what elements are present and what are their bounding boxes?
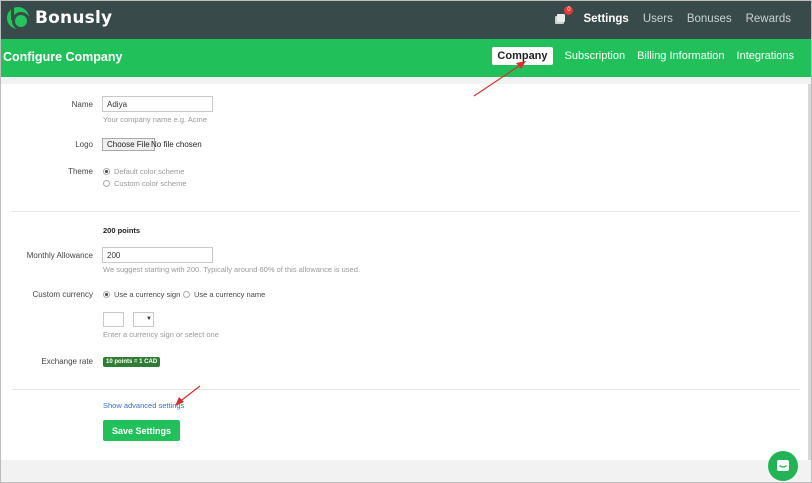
- page-title: Configure Company: [3, 50, 123, 64]
- theme-custom-option[interactable]: Custom color scheme: [103, 179, 187, 188]
- choose-file-button[interactable]: Choose File: [102, 138, 155, 151]
- company-name-input[interactable]: [102, 96, 213, 112]
- name-label: Name: [71, 100, 93, 109]
- logo-label: Logo: [75, 140, 93, 149]
- currency-sign-label: Use a currency sign: [114, 290, 181, 299]
- theme-label: Theme: [68, 167, 93, 176]
- currency-hint: Enter a currency sign or select one: [103, 330, 219, 339]
- nav-settings[interactable]: Settings: [583, 13, 628, 25]
- nav-users[interactable]: Users: [643, 13, 673, 25]
- tab-company[interactable]: Company: [492, 47, 553, 65]
- currency-sign-radio[interactable]: [103, 291, 110, 298]
- logo[interactable]: Bonusly: [7, 7, 113, 30]
- file-status: No file chosen: [151, 140, 202, 149]
- currency-sign-input[interactable]: [103, 312, 124, 327]
- bonusly-logo-icon: [7, 7, 30, 30]
- points-heading: 200 points: [103, 226, 141, 235]
- tab-integrations[interactable]: Integrations: [737, 47, 794, 65]
- page-header: Configure Company Company Subscription B…: [1, 39, 811, 77]
- settings-form: Name Your company name e.g. Acme Logo Ch…: [1, 84, 811, 460]
- tab-billing-information[interactable]: Billing Information: [637, 47, 724, 65]
- notification-count-badge: 0: [564, 6, 574, 15]
- currency-name-option[interactable]: Use a currency name: [183, 290, 265, 299]
- exchange-rate-badge: 10 points = 1 CAD: [103, 357, 161, 367]
- tab-subscription[interactable]: Subscription: [565, 47, 626, 65]
- allowance-hint: We suggest starting with 200. Typically …: [103, 265, 360, 274]
- nav-rewards[interactable]: Rewards: [746, 13, 791, 25]
- currency-sign-option[interactable]: Use a currency sign: [103, 290, 180, 299]
- theme-custom-label: Custom color scheme: [114, 179, 187, 188]
- save-settings-button[interactable]: Save Settings: [103, 420, 180, 441]
- theme-custom-radio[interactable]: [103, 180, 110, 187]
- section-divider: [12, 211, 800, 212]
- allowance-label: Monthly Allowance: [26, 251, 93, 260]
- top-navbar: Bonusly 0 Settings Users Bonuses Rewards: [1, 1, 811, 39]
- currency-label: Custom currency: [32, 290, 93, 299]
- currency-select[interactable]: ▼: [133, 312, 154, 327]
- chevron-down-icon: ▼: [146, 316, 152, 322]
- chat-launcher-button[interactable]: [768, 451, 798, 481]
- theme-default-radio[interactable]: [103, 168, 110, 175]
- chat-icon: [777, 460, 789, 471]
- name-hint: Your company name e.g. Acme: [103, 115, 207, 124]
- theme-default-option[interactable]: Default color scheme: [103, 167, 184, 176]
- monthly-allowance-input[interactable]: [102, 247, 213, 263]
- exchange-rate-label: Exchange rate: [41, 357, 93, 366]
- notifications-button[interactable]: 0: [553, 6, 574, 26]
- settings-tabs: Company Subscription Billing Information…: [492, 47, 794, 65]
- app-name: Bonusly: [35, 8, 113, 28]
- show-advanced-settings-link[interactable]: Show advanced settings: [103, 401, 184, 410]
- theme-default-label: Default color scheme: [114, 167, 185, 176]
- currency-name-radio[interactable]: [183, 291, 190, 298]
- nav-menu: 0 Settings Users Bonuses Rewards: [553, 1, 791, 37]
- currency-name-label: Use a currency name: [194, 290, 266, 299]
- nav-bonuses[interactable]: Bonuses: [687, 13, 732, 25]
- section-divider: [12, 389, 800, 390]
